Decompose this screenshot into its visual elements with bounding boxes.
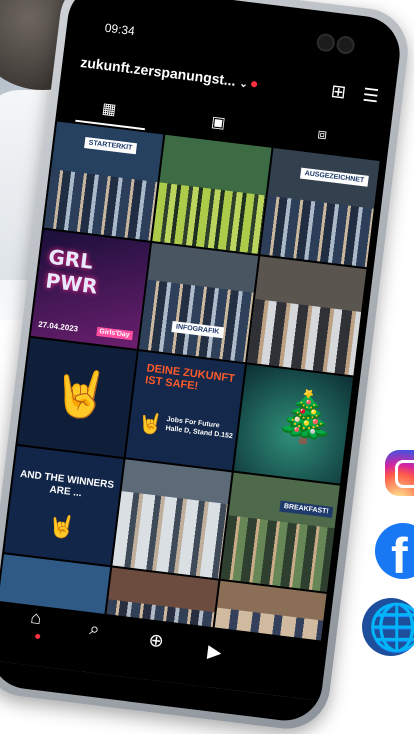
home-icon[interactable]: ⌂ bbox=[29, 607, 42, 629]
smartphone: 09:34 zukunft.zerspanungst... ⌄ ⊞ ☰ ▦ ▣ ⧈… bbox=[0, 0, 413, 734]
notification-dot bbox=[34, 633, 41, 640]
post-title: GRL PWR bbox=[44, 244, 99, 299]
christmas-tree-icon: 🎄 bbox=[271, 385, 341, 449]
post-title: DEINE ZUKUNFT IST SAFE! bbox=[144, 362, 236, 393]
post-tile[interactable]: DEINE ZUKUNFT IST SAFE! 🤘 Jobs For Futur… bbox=[125, 351, 245, 471]
post-tile[interactable]: GRL PWR 27.04.2023 Girls'Day bbox=[30, 229, 151, 349]
post-tile[interactable]: 🎄 bbox=[233, 364, 354, 484]
status-time: 09:34 bbox=[104, 20, 136, 39]
post-date: 27.04.2023 bbox=[37, 319, 79, 334]
website-globe-icon[interactable]: 🌐 bbox=[362, 598, 414, 656]
reels-icon[interactable]: ▣ bbox=[210, 112, 226, 132]
add-post-icon[interactable]: ⊞ bbox=[330, 81, 347, 104]
add-icon[interactable]: ⊕ bbox=[147, 630, 164, 653]
post-tile[interactable] bbox=[152, 134, 272, 255]
rock-hand-icon: 🤘 bbox=[46, 512, 77, 541]
tagged-icon[interactable]: ⧈ bbox=[317, 125, 329, 143]
rock-hand-icon: 🤘 bbox=[49, 364, 113, 423]
post-tile[interactable]: AND THE WINNERS ARE ... 🤘 bbox=[4, 446, 124, 566]
post-tile[interactable]: STARTERKIT bbox=[44, 121, 164, 241]
facebook-icon[interactable]: f bbox=[375, 523, 414, 579]
post-badge: AUSGEZEICHNET bbox=[299, 167, 369, 187]
chevron-down-icon: ⌄ bbox=[238, 78, 249, 91]
post-tag: Girls'Day bbox=[95, 326, 134, 341]
post-tile[interactable]: 🤘 bbox=[17, 337, 137, 458]
camera-icon bbox=[335, 35, 356, 56]
account-name: zukunft.zerspanungst... bbox=[79, 53, 237, 89]
post-tile[interactable] bbox=[247, 256, 367, 376]
post-tile[interactable] bbox=[112, 459, 232, 579]
menu-icon[interactable]: ☰ bbox=[361, 85, 379, 108]
notification-dot bbox=[250, 81, 258, 88]
post-badge: STARTERKIT bbox=[84, 137, 137, 155]
post-tile[interactable]: INFOGRAFIK bbox=[138, 242, 259, 363]
post-tile[interactable]: BREAKFAST! bbox=[220, 472, 340, 592]
search-icon[interactable]: ⌕ bbox=[88, 618, 100, 640]
post-tile[interactable]: AUSGEZEICHNET bbox=[260, 148, 380, 268]
post-title: AND THE WINNERS ARE ... bbox=[19, 468, 115, 500]
grid-icon[interactable]: ▦ bbox=[101, 99, 117, 119]
account-switcher[interactable]: zukunft.zerspanungst... ⌄ bbox=[80, 54, 258, 92]
phone-screen: 09:34 zukunft.zerspanungst... ⌄ ⊞ ☰ ▦ ▣ ⧈… bbox=[0, 0, 404, 725]
instagram-icon[interactable] bbox=[385, 450, 414, 496]
post-badge: BREAKFAST! bbox=[279, 500, 334, 518]
camera-icon bbox=[315, 32, 336, 53]
rock-hand-icon: 🤘 bbox=[136, 411, 165, 437]
post-subtitle: Jobs For Future Halle D, Stand D.152 bbox=[165, 416, 234, 441]
reels-icon[interactable]: ▶ bbox=[206, 641, 223, 664]
